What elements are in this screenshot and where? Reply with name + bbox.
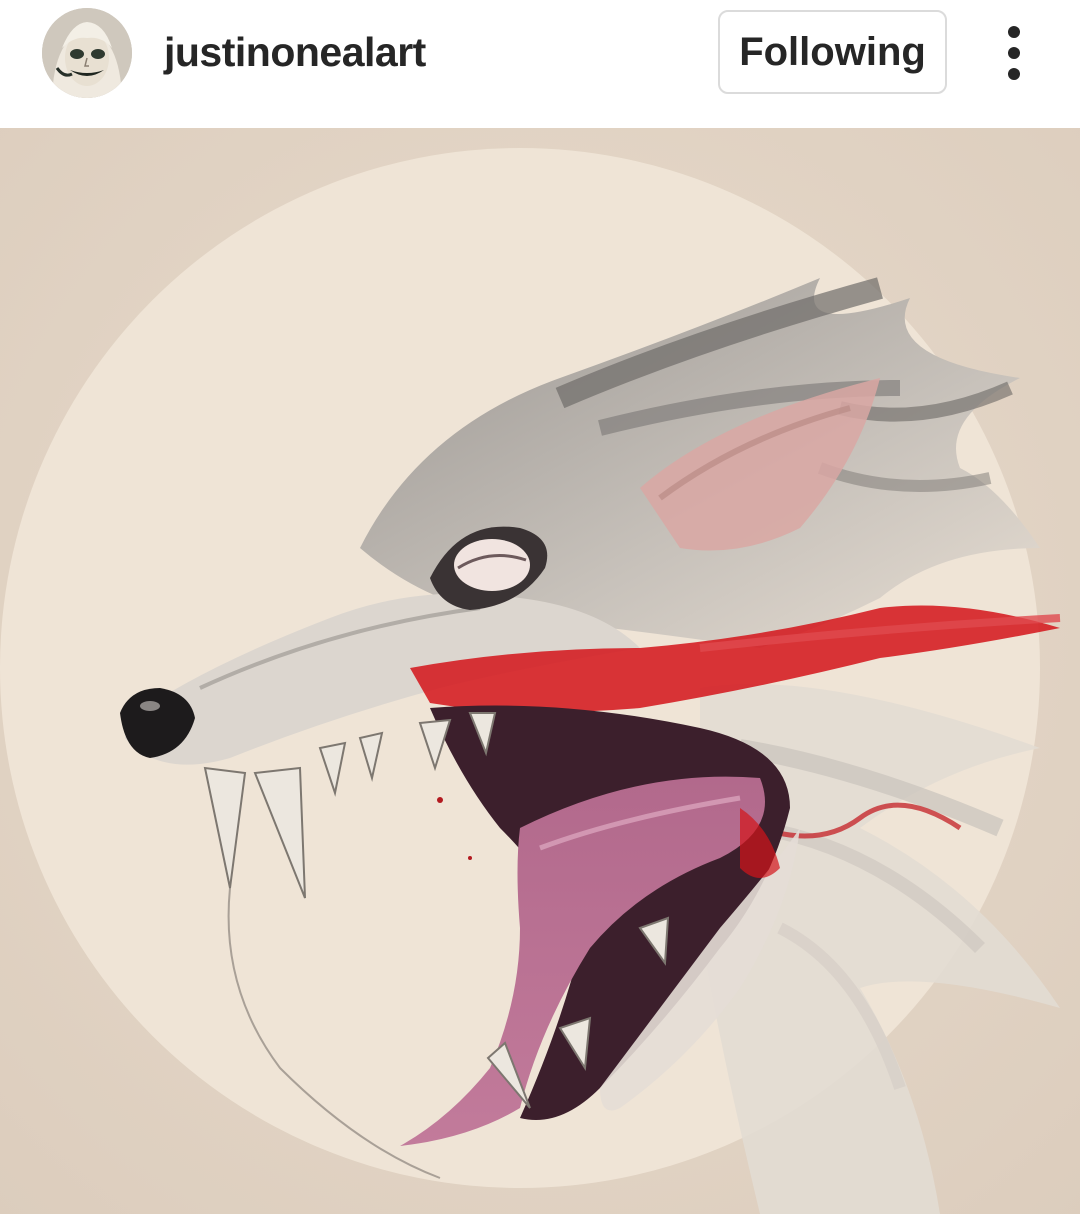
profile-avatar[interactable] <box>42 8 132 98</box>
avatar-portrait <box>42 8 132 98</box>
more-dot <box>1008 68 1020 80</box>
post-username[interactable]: justinonealart <box>164 28 426 76</box>
post-header: justinonealart Following <box>0 0 1080 128</box>
more-dot <box>1008 26 1020 38</box>
more-dot <box>1008 47 1020 59</box>
wolf-illustration <box>0 128 1080 1214</box>
following-button[interactable]: Following <box>718 10 947 94</box>
more-options-icon[interactable] <box>994 22 1034 84</box>
post-image[interactable] <box>0 128 1080 1214</box>
